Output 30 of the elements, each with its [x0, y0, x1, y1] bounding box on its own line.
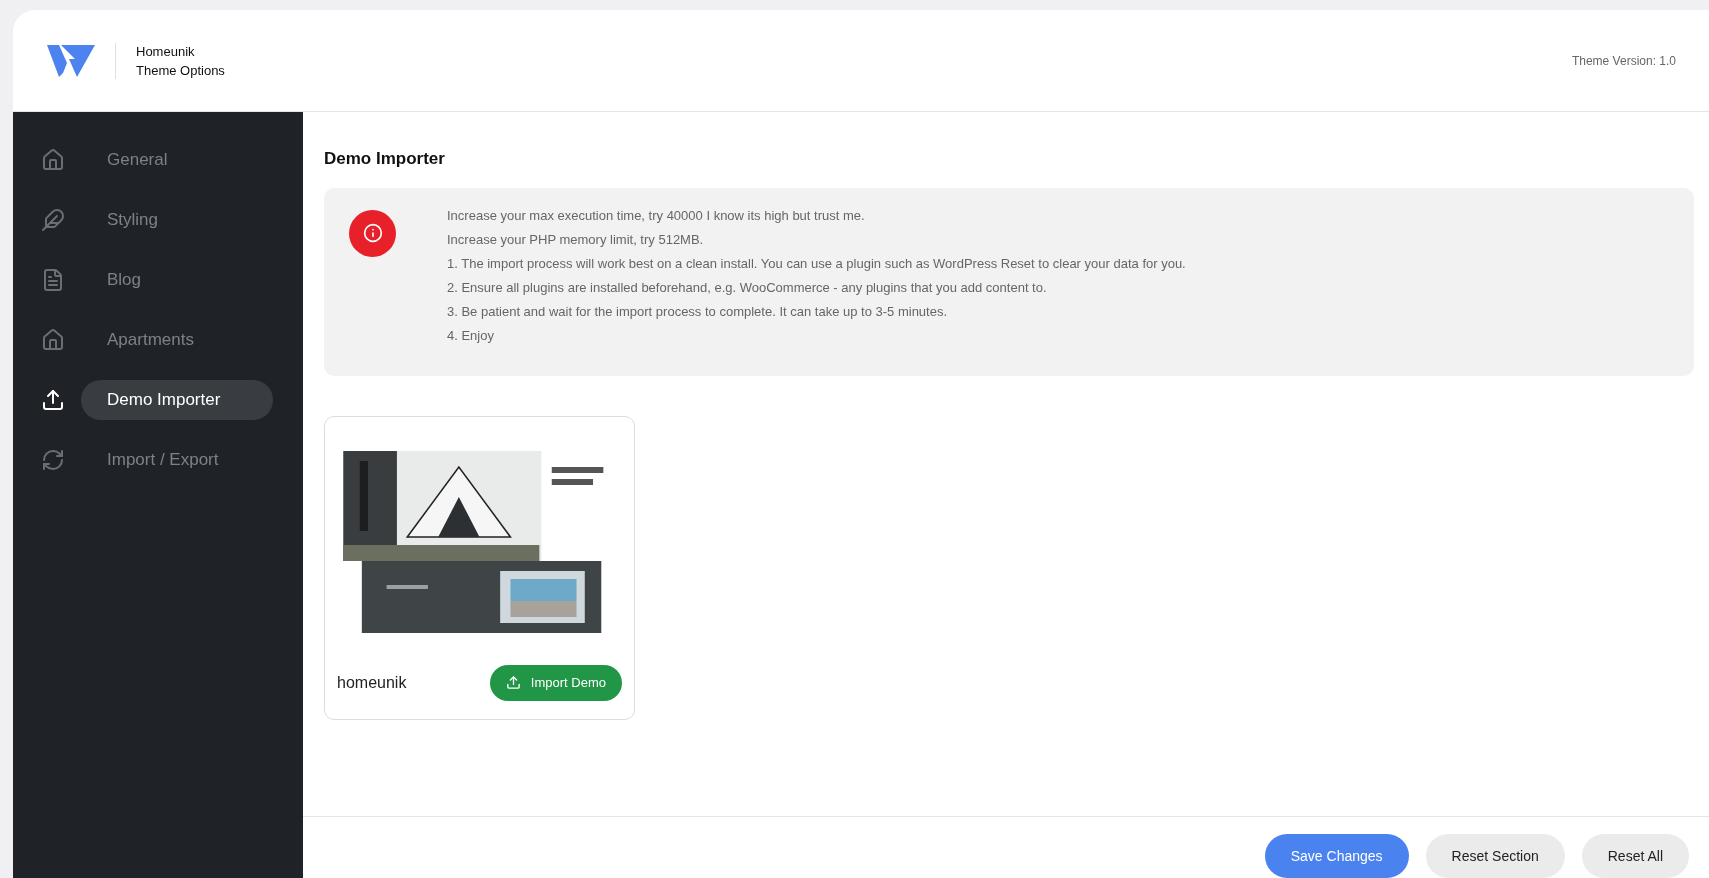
notice-text: 3. Be patient and wait for the import process to complete. It can take up to 3-5 minutes. — [447, 302, 949, 321]
home-icon — [41, 148, 65, 172]
sidebar-item[interactable]: Import / Export — [81, 440, 273, 480]
sidebar-item[interactable]: Styling — [81, 200, 273, 240]
import-demo-button[interactable]: Import Demo — [489, 664, 622, 701]
sidebar-item[interactable]: Demo Importer — [81, 380, 273, 420]
demo-name: homeunik — [337, 672, 407, 693]
save-button[interactable]: Save Changes — [1264, 834, 1409, 878]
sidebar-item[interactable]: General — [81, 140, 273, 180]
notice-text: 2. Ensure all plugins are installed beforehand, e.g. WooCommerce - any plugins that you add content to. — [447, 278, 1048, 297]
notice-text: 4. Enjoy — [447, 326, 495, 345]
feather-icon — [41, 208, 65, 232]
upload-icon — [41, 388, 65, 412]
reset-button[interactable]: Reset Section — [1425, 834, 1565, 878]
info-icon — [349, 209, 396, 257]
sidebar-item[interactable]: Blog — [81, 260, 273, 300]
sidebar-item[interactable]: Apartments — [81, 320, 273, 360]
house-icon — [41, 328, 65, 352]
notice-text: Increase your max execution time, try 40000 I know its high but trust me. — [447, 206, 866, 225]
section-title: Demo Importer — [324, 148, 446, 170]
upload-icon — [505, 675, 521, 690]
document-icon — [41, 268, 65, 292]
brand-name: Homeunik — [136, 42, 196, 61]
theme-version: Theme Version: 1.0 — [1571, 52, 1676, 70]
notice-text: Increase your PHP memory limit, try 512MB. — [447, 230, 705, 249]
logo-icon — [47, 44, 95, 77]
notice-text: 1. The import process will work best on a clean install. You can use a plugin such as WordPress Reset to clear your data for you. — [447, 254, 1186, 273]
sync-icon — [41, 448, 65, 472]
brand-subtitle: Theme Options — [136, 61, 225, 80]
reset-button[interactable]: Reset All — [1581, 834, 1689, 878]
